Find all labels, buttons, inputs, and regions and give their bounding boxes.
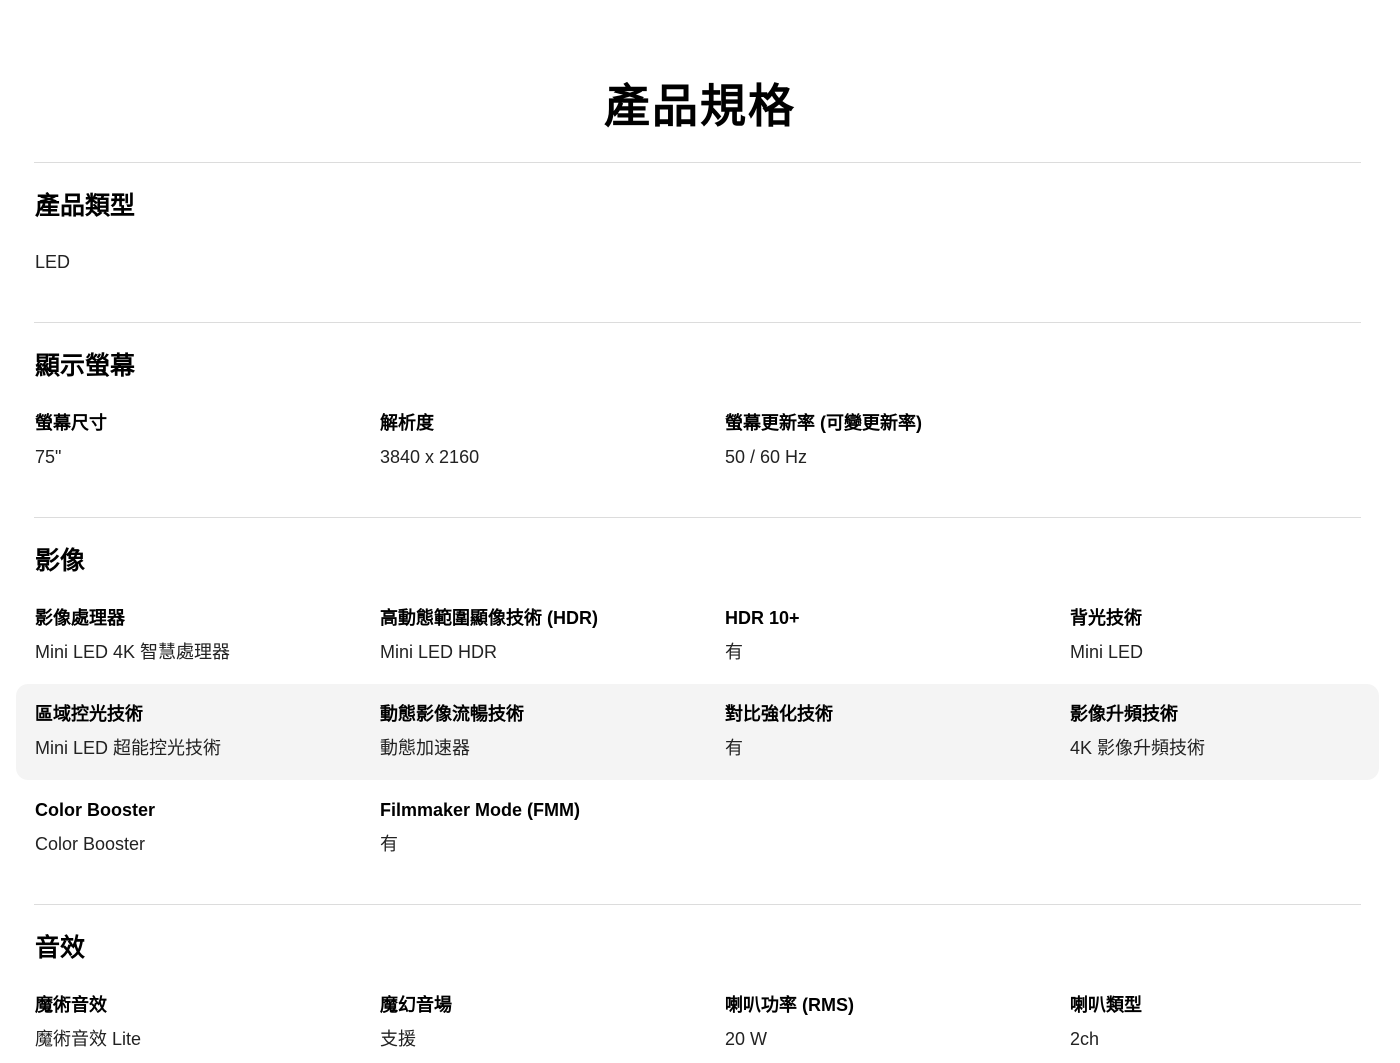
spec-value: Mini LED <box>1070 642 1144 662</box>
spec-item-hdr: 高動態範圍顯像技術 (HDR) Mini LED HDR <box>380 606 710 664</box>
spec-item-filmmaker-mode: Filmmaker Mode (FMM) 有 <box>380 798 710 856</box>
spec-label: 魔術音效 <box>35 995 107 1015</box>
spec-value: 2ch <box>1070 1029 1100 1049</box>
spec-value: 50 / 60 Hz <box>725 447 808 467</box>
spec-value: 魔術音效 Lite <box>35 1029 142 1049</box>
spec-item-sound-field: 魔幻音場 支援 <box>380 993 710 1051</box>
spec-item-upscaling: 影像升頻技術 4K 影像升頻技術 <box>1070 702 1400 760</box>
spec-item-picture-processor: 影像處理器 Mini LED 4K 智慧處理器 <box>35 606 365 664</box>
spec-label: 對比強化技術 <box>725 704 833 724</box>
spec-label: 影像升頻技術 <box>1070 704 1178 724</box>
spec-value: 有 <box>725 642 743 662</box>
spec-label: HDR 10+ <box>725 608 800 628</box>
spec-item-local-dimming: 區域控光技術 Mini LED 超能控光技術 <box>35 702 365 760</box>
spec-value: 20 W <box>725 1029 768 1049</box>
spec-item-color-booster: Color Booster Color Booster <box>35 798 365 856</box>
spec-label: 魔幻音場 <box>380 995 452 1015</box>
spec-value: 支援 <box>380 1029 416 1049</box>
spec-item-magic-sound: 魔術音效 魔術音效 Lite <box>35 993 365 1051</box>
spec-row: LED <box>16 250 1379 346</box>
divider <box>34 517 1361 518</box>
spec-item-resolution: 解析度 3840 x 2160 <box>380 411 710 469</box>
spec-label: 喇叭類型 <box>1070 995 1142 1015</box>
spec-label: 影像處理器 <box>35 608 125 628</box>
spec-value: Mini LED 超能控光技術 <box>35 738 222 758</box>
spec-label: 解析度 <box>380 413 434 433</box>
spec-item-backlight: 背光技術 Mini LED <box>1070 606 1400 664</box>
section-title-display: 顯示螢幕 <box>35 352 136 380</box>
spec-value: 4K 影像升頻技術 <box>1070 738 1206 758</box>
spec-value: LED <box>35 252 71 272</box>
page-title: 產品規格 <box>604 80 796 132</box>
divider <box>34 162 1361 163</box>
spec-item-motion-technology: 動態影像流暢技術 動態加速器 <box>380 702 710 760</box>
divider <box>34 904 1361 905</box>
spec-row: 區域控光技術 Mini LED 超能控光技術 動態影像流暢技術 動態加速器 對比… <box>16 684 1379 780</box>
spec-item-speaker-type: 喇叭類型 2ch <box>1070 993 1400 1051</box>
spec-item-speaker-power: 喇叭功率 (RMS) 20 W <box>725 993 1055 1051</box>
spec-label: 區域控光技術 <box>35 704 143 724</box>
spec-value: 動態加速器 <box>380 738 470 758</box>
spec-label: 螢幕更新率 (可變更新率) <box>725 413 922 433</box>
divider <box>34 322 1361 323</box>
spec-label: 高動態範圍顯像技術 (HDR) <box>380 608 598 628</box>
spec-row: Color Booster Color Booster Filmmaker Mo… <box>16 784 1379 880</box>
spec-item-contrast-enhancer: 對比強化技術 有 <box>725 702 1055 760</box>
spec-label: 動態影像流暢技術 <box>380 704 524 724</box>
spec-label: Color Booster <box>35 800 156 820</box>
spec-label: 背光技術 <box>1070 608 1142 628</box>
spec-value: 有 <box>725 738 743 758</box>
spec-value: 3840 x 2160 <box>380 447 480 467</box>
section-title-audio: 音效 <box>35 934 86 962</box>
spec-value: Mini LED 4K 智慧處理器 <box>35 642 231 662</box>
spec-item-refresh-rate: 螢幕更新率 (可變更新率) 50 / 60 Hz <box>725 411 1055 469</box>
spec-value: Color Booster <box>35 834 146 854</box>
spec-item-screen-size: 螢幕尺寸 75" <box>35 411 365 469</box>
spec-row: 螢幕尺寸 75" 解析度 3840 x 2160 螢幕更新率 (可變更新率) 5… <box>16 411 1379 507</box>
spec-row: 影像處理器 Mini LED 4K 智慧處理器 高動態範圍顯像技術 (HDR) … <box>16 592 1379 688</box>
spec-value: 75" <box>35 447 62 467</box>
spec-row: 魔術音效 魔術音效 Lite 魔幻音場 支援 喇叭功率 (RMS) 20 W 喇… <box>16 993 1379 1063</box>
spec-value: Mini LED HDR <box>380 642 498 662</box>
spec-label: Filmmaker Mode (FMM) <box>380 800 581 820</box>
spec-item-product-type: LED <box>35 250 365 274</box>
spec-item-hdr10plus: HDR 10+ 有 <box>725 606 1055 664</box>
spec-label: 喇叭功率 (RMS) <box>725 995 854 1015</box>
section-title-picture: 影像 <box>35 547 86 575</box>
spec-value: 有 <box>380 834 398 854</box>
spec-label: 螢幕尺寸 <box>35 413 107 433</box>
section-title-product-type: 產品類型 <box>35 192 136 220</box>
